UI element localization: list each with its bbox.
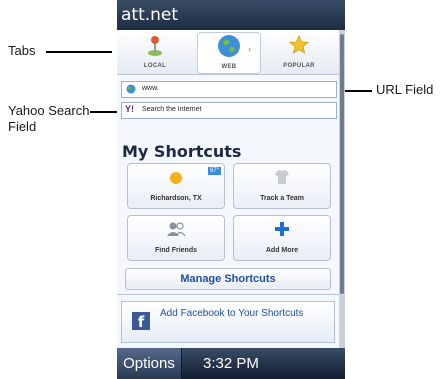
shortcut-find-friends-label: Find Friends [155,247,197,254]
status-time: 3:32 PM [203,355,259,372]
map-pin-icon [147,36,163,61]
facebook-banner[interactable]: f Add Facebook to Your Shortcuts [121,301,335,343]
url-field-value: www. [142,85,159,92]
globe-small-icon [126,84,136,96]
callout-yahoo-search: Yahoo Search Field [8,103,89,135]
callout-url-field: URL Field [376,82,434,97]
phone-screen: att.net LOCAL ‹ WEB › POPULAR [117,0,345,379]
scrollbar-thumb[interactable] [340,34,344,294]
facebook-logo-icon: f [132,312,150,331]
shortcut-track-team-label: Track a Team [260,195,304,202]
shortcut-track-team[interactable]: Track a Team [233,163,331,209]
options-softkey[interactable]: Options [117,348,182,379]
globe-icon [217,34,241,63]
shortcut-add-more[interactable]: Add More [233,215,331,261]
tab-popular-label: POPULAR [283,63,315,69]
callout-tabs: Tabs [8,43,36,58]
tab-web-label: WEB [221,64,237,70]
jersey-icon [274,169,290,190]
shortcut-weather[interactable]: 97° Richardson, TX [127,163,225,209]
shortcut-weather-label: Richardson, TX [150,195,202,202]
app-title: att.net [121,5,179,25]
softkey-bar: Options 3:32 PM [117,348,345,379]
weather-sun-icon [168,170,184,191]
facebook-banner-text: Add Facebook to Your Shortcuts [160,308,304,319]
plus-icon [274,221,290,242]
shortcut-add-more-label: Add More [265,247,299,254]
tab-web[interactable]: WEB [197,32,261,74]
callout-line-tabs [46,51,112,53]
yahoo-logo-icon: Y! [125,104,134,114]
yahoo-search-field[interactable]: Y! Search the Internet [121,102,337,119]
callout-yahoo-line1: Yahoo Search [8,103,90,118]
people-icon [166,221,186,242]
url-field[interactable]: www. [121,81,337,98]
temperature-badge: 97° [207,167,221,175]
tab-local[interactable]: LOCAL [125,32,185,72]
tab-next-arrow-icon[interactable]: › [248,44,251,54]
tab-popular[interactable]: POPULAR [269,32,329,72]
star-icon [288,34,310,60]
search-placeholder: Search the Internet [142,106,202,113]
title-bar: att.net [117,0,345,30]
divider [117,294,339,295]
callout-yahoo-line2: Field [8,119,37,134]
tab-local-label: LOCAL [143,63,167,69]
scrollbar[interactable] [339,30,345,348]
main-content: LOCAL ‹ WEB › POPULAR www. [117,30,339,348]
manage-shortcuts-button[interactable]: Manage Shortcuts [125,268,331,290]
tab-bar: LOCAL ‹ WEB › POPULAR [117,30,339,75]
shortcuts-title: My Shortcuts [122,142,242,161]
shortcut-find-friends[interactable]: Find Friends [127,215,225,261]
